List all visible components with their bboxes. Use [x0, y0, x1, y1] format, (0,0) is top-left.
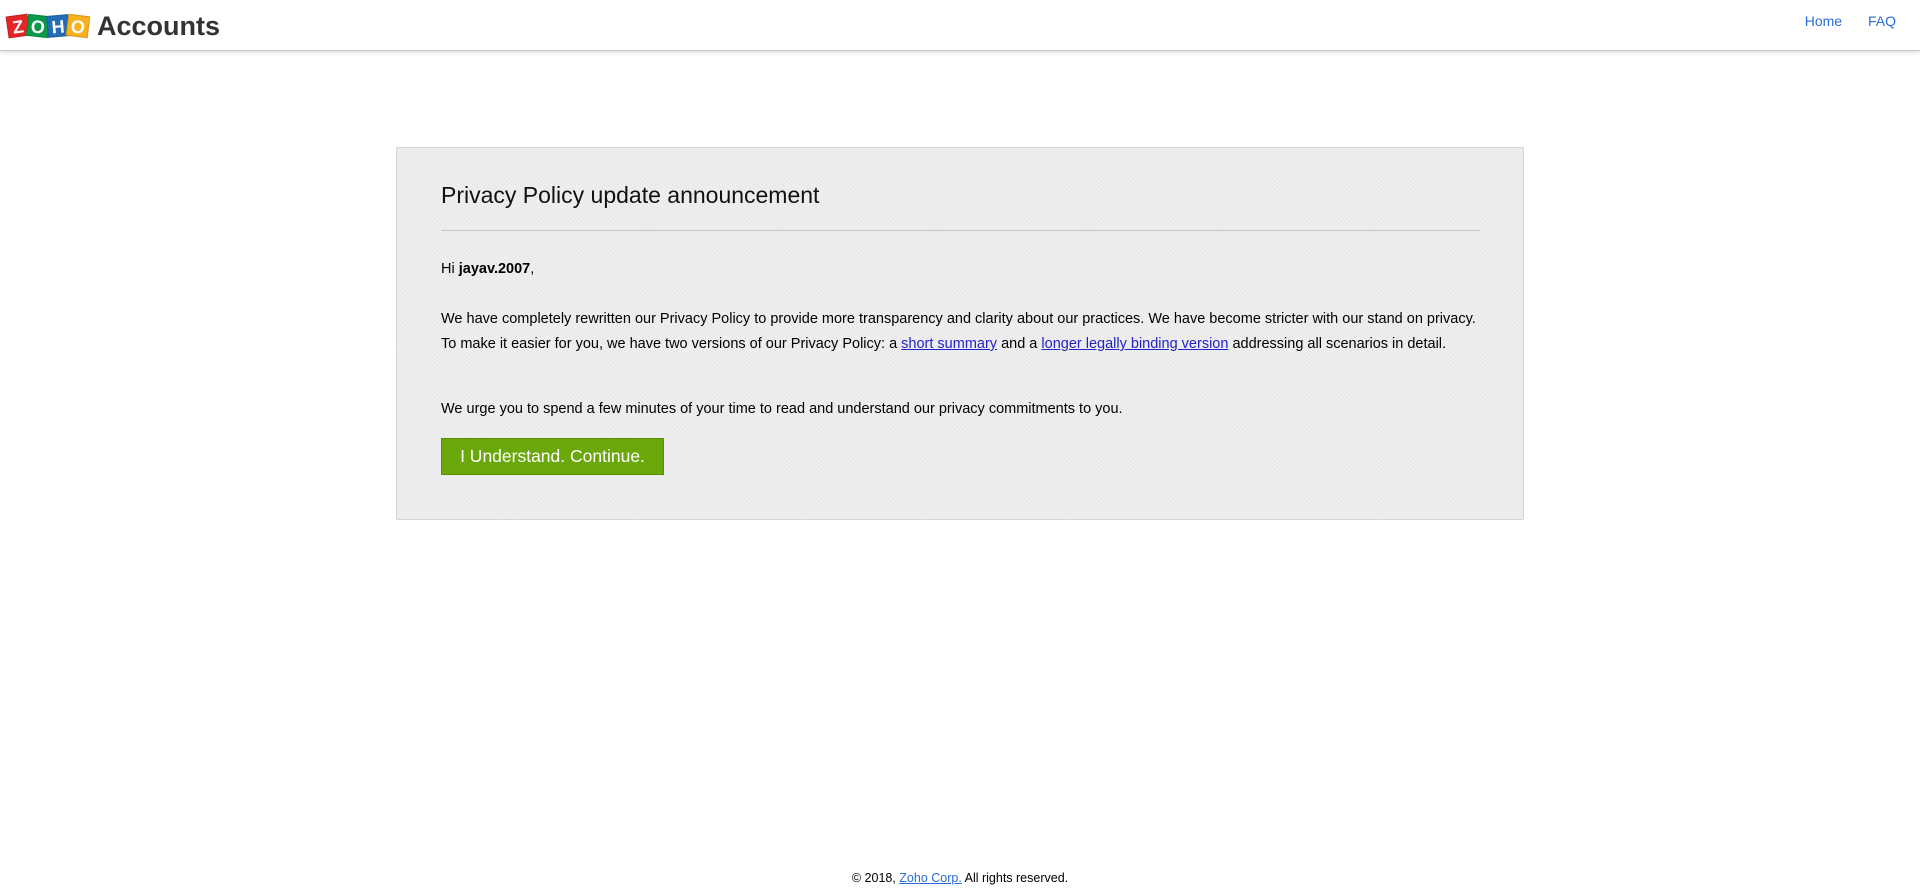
zoho-accounts-logo[interactable]: Z O H O Accounts: [5, 10, 221, 41]
policy-text-part2: and a: [997, 336, 1042, 352]
username: jayav.2007: [458, 261, 531, 277]
understand-continue-button[interactable]: I Understand. Continue.: [441, 438, 664, 475]
greeting-suffix: ,: [530, 261, 535, 277]
privacy-announcement-panel: Privacy Policy update announcement Hi ja…: [396, 147, 1524, 520]
policy-text-part3: addressing all scenarios in detail.: [1228, 336, 1447, 352]
title-divider: [441, 230, 1480, 231]
copyright-text: © 2018,: [851, 871, 900, 885]
legal-version-link[interactable]: longer legally binding version: [1041, 336, 1228, 352]
greeting-prefix: Hi: [441, 261, 459, 277]
nav-home-link[interactable]: Home: [1805, 13, 1842, 29]
footer: © 2018, Zoho Corp. All rights reserved.: [0, 871, 1920, 885]
urge-text: We urge you to spend a few minutes of yo…: [441, 401, 1123, 417]
page-title: Privacy Policy update announcement: [441, 182, 820, 208]
policy-description: We have completely rewritten our Privacy…: [441, 307, 1486, 357]
short-summary-link[interactable]: short summary: [901, 336, 997, 352]
top-header: Z O H O Accounts Home FAQ: [0, 0, 1920, 51]
top-nav: Home FAQ: [1783, 13, 1896, 29]
nav-faq-link[interactable]: FAQ: [1868, 13, 1896, 29]
rights-text: All rights reserved.: [961, 871, 1069, 885]
logo-product-name: Accounts: [97, 10, 221, 41]
greeting: Hi jayav.2007,: [441, 261, 534, 277]
logo-letter-o-2: O: [65, 13, 91, 39]
zoho-corp-link[interactable]: Zoho Corp.: [899, 871, 962, 885]
